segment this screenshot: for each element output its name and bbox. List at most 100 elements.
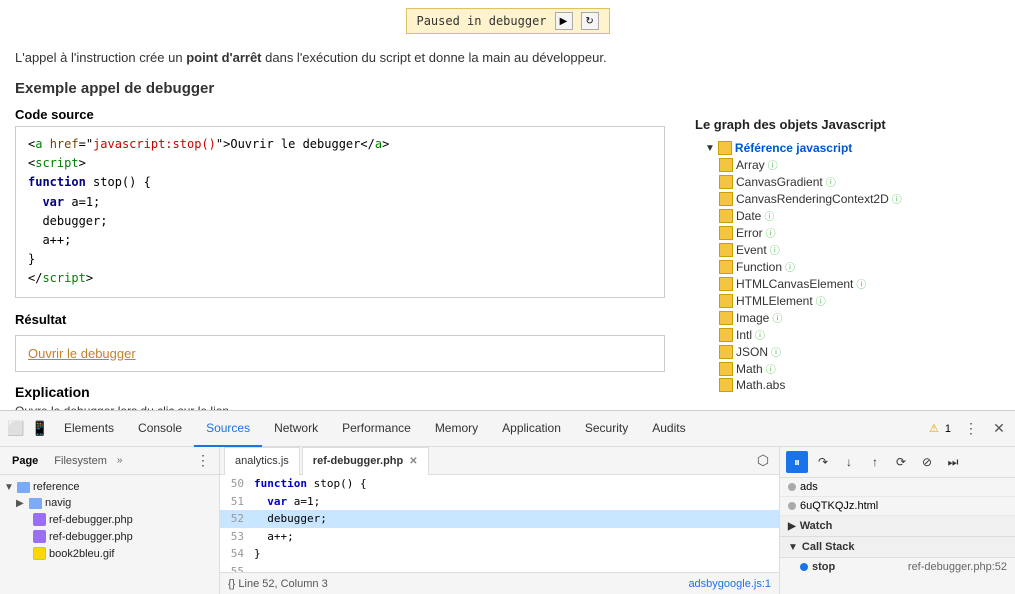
tree-item-image[interactable]: Image ⓘ [695,309,990,326]
file-tab-filesystem[interactable]: Filesystem [46,455,115,467]
devtools-inspect-btn[interactable]: ⬜ [4,417,28,441]
devtools-more-btn[interactable]: ⋮ [959,417,983,441]
devtools-tab-memory[interactable]: Memory [423,411,490,447]
folder-icon [719,277,733,291]
code-tab-close-btn[interactable]: ✕ [409,456,417,467]
file-tab-page[interactable]: Page [4,455,46,467]
line-num-51: 51 [220,493,250,511]
watch-section[interactable]: ▶ Watch [780,516,1015,537]
debug-dot-ads [788,483,796,491]
code-panel: analytics.js ref-debugger.php ✕ ⬡ 50 fun… [220,447,780,594]
code-tab-analytics[interactable]: analytics.js [224,447,300,475]
tree-item-htmlcanvaselement[interactable]: HTMLCanvasElement ⓘ [695,275,990,292]
devtools-tab-security[interactable]: Security [573,411,640,447]
devtools-tab-audits[interactable]: Audits [640,411,697,447]
info-icon: ⓘ [772,310,782,325]
tree-item-error[interactable]: Error ⓘ [695,224,990,241]
info-icon: ⓘ [785,259,795,274]
file-panel-tabs: Page Filesystem » ⋮ [0,447,219,475]
code-line-51: 51 var a=1; [220,493,779,511]
code-status-right[interactable]: adsbygoogle.js:1 [688,578,771,590]
devtools-tab-sources[interactable]: Sources [194,411,262,447]
page-intro: L'appel à l'instruction crée un point d'… [15,50,1000,65]
folder-icon [719,378,733,392]
tree-row-ref-debugger-php-2[interactable]: ref-debugger.php [0,528,219,545]
tree-item-event[interactable]: Event ⓘ [695,241,990,258]
debug-deactivate-btn[interactable]: ⊘ [916,451,938,473]
tree-label: Date [736,209,761,223]
tree-row-reference[interactable]: ▼ reference [0,479,219,495]
tree-item-htmlelement[interactable]: HTMLElement ⓘ [695,292,990,309]
tree-label-navig: navig [45,497,71,509]
right-panel-title: Le graph des objets Javascript [695,117,990,132]
file-icon-php1 [33,513,46,526]
devtools-tab-elements[interactable]: Elements [52,411,126,447]
devtools-body: Page Filesystem » ⋮ ▼ reference ▶ navig [0,447,1015,594]
resultat-label: Résultat [15,312,665,327]
file-panel-actions: ⋮ [191,449,215,473]
tree-items: Array ⓘCanvasGradient ⓘCanvasRenderingCo… [695,156,990,393]
tree-item-array[interactable]: Array ⓘ [695,156,990,173]
tree-label-php2: ref-debugger.php [49,531,133,543]
debugger-banner: Paused in debugger ▶ ↻ [405,8,609,34]
tree-item-function[interactable]: Function ⓘ [695,258,990,275]
tree-item-math-abs[interactable]: Math.abs [695,377,990,393]
resultat-link[interactable]: Ouvrir le debugger [28,346,136,361]
warning-icon: ⚠ [929,422,939,435]
info-icon: ⓘ [766,225,776,240]
tree-label: Math [736,362,763,376]
explication-title: Explication [15,384,665,400]
devtools-device-btn[interactable]: 📱 [28,417,52,441]
debug-step-out-btn[interactable]: ↑ [864,451,886,473]
devtools-tab-console[interactable]: Console [126,411,194,447]
tree-item-canvasgradient[interactable]: CanvasGradient ⓘ [695,173,990,190]
line-content-50: function stop() { [250,475,779,493]
tree-item-date[interactable]: Date ⓘ [695,207,990,224]
devtools-tab-performance[interactable]: Performance [330,411,423,447]
file-panel-more-btn[interactable]: ⋮ [191,449,215,473]
callstack-item-stop[interactable]: stop ref-debugger.php:52 [780,558,1015,576]
debug-step-into-btn[interactable]: ↓ [838,451,860,473]
debugger-banner-text: Paused in debugger [416,14,546,28]
info-icon: ⓘ [764,208,774,223]
tree-root[interactable]: ▼ Référence javascript [695,140,990,156]
folder-icon [719,362,733,376]
file-icon-php2 [33,530,46,543]
resultat-box: Ouvrir le debugger [15,335,665,372]
code-tab-ref-debugger[interactable]: ref-debugger.php ✕ [302,447,429,475]
tree-item-math[interactable]: Math ⓘ [695,360,990,377]
debug-continue-btn[interactable]: ⟳ [890,451,912,473]
folder-icon [719,243,733,257]
info-icon: ⓘ [826,174,836,189]
debugger-resume-btn[interactable]: ▶ [555,12,573,30]
code-line-52: 52 debugger; [220,510,779,528]
tree-label: HTMLElement [736,294,813,308]
tree-label: Intl [736,328,752,342]
tree-item-canvasrenderingcontext2d[interactable]: CanvasRenderingContext2D ⓘ [695,190,990,207]
debug-panel: ⏸ ↷ ↓ ↑ ⟳ ⊘ ⏭ ads 6uQTKQJz.html [780,447,1015,594]
debug-pause-btn[interactable]: ⏸ [786,451,808,473]
devtools-tab-network[interactable]: Network [262,411,330,447]
devtools-close-btn[interactable]: ✕ [987,417,1011,441]
tree-row-ref-debugger-php-1[interactable]: ref-debugger.php [0,511,219,528]
debug-item-html: 6uQTKQJz.html [780,497,1015,516]
file-tab-more[interactable]: » [117,455,123,466]
line-num-54: 54 [220,545,250,563]
code-format-btn[interactable]: ⬡ [751,449,775,473]
tree-row-navig[interactable]: ▶ navig [0,495,219,511]
info-icon: ⓘ [770,242,780,257]
callstack-name: stop [812,561,835,573]
debug-more-btn[interactable]: ⏭ [942,451,964,473]
tree-row-book2bleu[interactable]: book2bleu.gif [0,545,219,562]
line-num-52: 52 [220,510,250,528]
tree-item-json[interactable]: JSON ⓘ [695,343,990,360]
debug-step-over-btn[interactable]: ↷ [812,451,834,473]
callstack-section[interactable]: ▼ Call Stack [780,537,1015,558]
devtools-tab-application[interactable]: Application [490,411,573,447]
debugger-refresh-btn[interactable]: ↻ [581,12,599,30]
line-content-54: } [250,545,779,563]
line-content-53: a++; [250,528,779,546]
tree-item-intl[interactable]: Intl ⓘ [695,326,990,343]
code-area: 50 function stop() { 51 var a=1; 52 debu… [220,475,779,572]
devtools: ⬜ 📱 ElementsConsoleSourcesNetworkPerform… [0,410,1015,594]
